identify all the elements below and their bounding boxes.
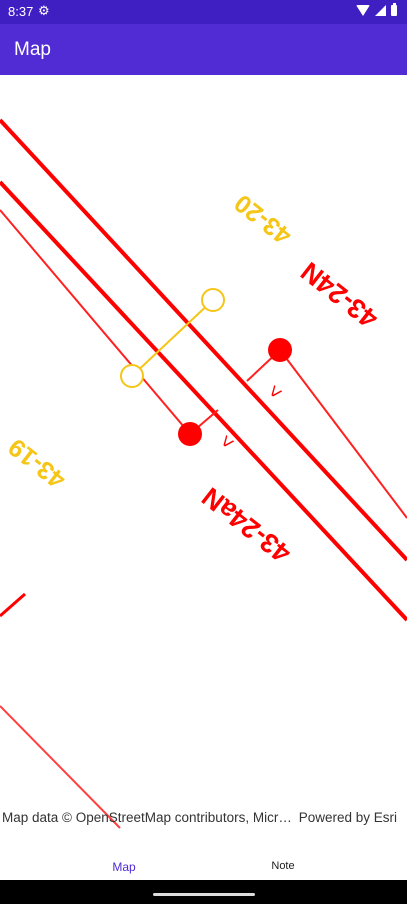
- label-43-19: 43-19: [3, 433, 71, 494]
- tab-bar: Map Note: [0, 848, 407, 884]
- status-icons: [356, 3, 397, 16]
- red-line-outer[interactable]: [0, 118, 407, 562]
- label-43-20: 43-20: [229, 189, 297, 250]
- map-canvas[interactable]: 43-24N 43-20 43-19 43-24aN > >: [0, 75, 407, 830]
- map-view[interactable]: 43-24N 43-20 43-19 43-24aN > >: [0, 75, 407, 830]
- signal-icon: [375, 5, 386, 16]
- yellow-node-upper[interactable]: [201, 288, 225, 312]
- direction-chevron-upper: >: [262, 380, 287, 403]
- wifi-icon: [356, 5, 370, 16]
- tab-note[interactable]: Note: [243, 860, 323, 872]
- gesture-handle[interactable]: [153, 893, 255, 896]
- yellow-node-lower[interactable]: [120, 364, 144, 388]
- app-bar: Map: [0, 24, 407, 75]
- page-title: Map: [14, 39, 51, 60]
- status-time: 8:37: [8, 4, 34, 19]
- system-nav-bar: [0, 880, 407, 904]
- tab-map[interactable]: Map: [84, 860, 164, 874]
- red-node-lower[interactable]: [178, 422, 202, 446]
- red-node-upper[interactable]: [268, 338, 292, 362]
- status-bar: 8:37 ⚙: [0, 0, 407, 24]
- red-line-bottom-stub[interactable]: [0, 592, 26, 618]
- label-43-24an: 43-24aN: [196, 481, 296, 568]
- map-attribution[interactable]: Map data © OpenStreetMap contributors, M…: [2, 810, 292, 825]
- settings-gear-icon: ⚙: [38, 3, 50, 18]
- label-43-24n: 43-24N: [295, 256, 383, 334]
- red-line-thin-left[interactable]: [0, 209, 191, 435]
- red-line-inner[interactable]: [0, 180, 407, 622]
- battery-icon: [391, 3, 397, 16]
- powered-by-esri: Powered by Esri: [298, 810, 397, 825]
